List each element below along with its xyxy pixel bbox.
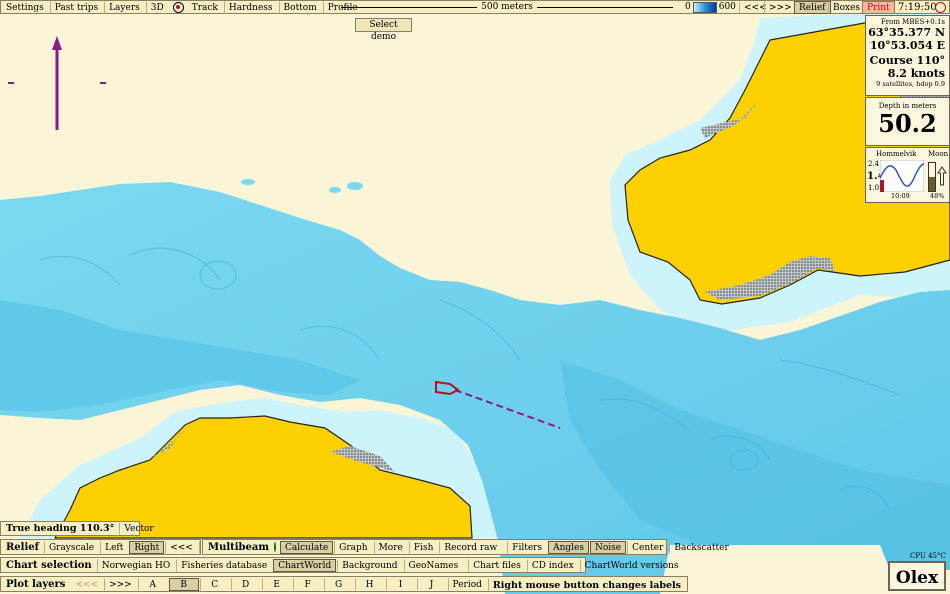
3d-button[interactable]: 3D [145, 0, 169, 14]
layer-d-button[interactable]: D [230, 577, 261, 591]
filters-button[interactable]: Filters [507, 540, 547, 554]
labels-hint: Right mouse button changes labels [487, 577, 686, 591]
satellites: 9 satellites, hdop 0.9 [876, 80, 945, 88]
background-button[interactable]: Background [337, 558, 402, 572]
true-heading: True heading 110.3° [6, 523, 115, 534]
scale-bar: 500 meters [341, 1, 674, 13]
more-button[interactable]: More [373, 540, 408, 554]
layer-j-button[interactable]: J [416, 577, 447, 591]
tide-curve [880, 160, 924, 192]
noise-button[interactable]: Noise [590, 540, 627, 554]
plot-forward-button[interactable]: >>> [104, 577, 137, 591]
layer-f-button[interactable]: F [292, 577, 323, 591]
relief-left-button[interactable]: Left [100, 540, 128, 554]
vector-button[interactable]: Vector [119, 522, 158, 535]
clock: 7:19:50 [898, 1, 937, 13]
course: Course 110° [869, 54, 945, 67]
speed: 8.2 knots [887, 67, 945, 80]
select-demo-button[interactable]: Select demo [355, 18, 412, 42]
relief-label: Relief [6, 541, 39, 553]
layer-e-button[interactable]: E [261, 577, 292, 591]
graph-button[interactable]: Graph [334, 540, 372, 554]
latitude: 63°35.377 N [868, 26, 945, 39]
olex-logo[interactable]: Olex [888, 561, 946, 591]
settings-button[interactable]: Settings [1, 1, 49, 14]
angles-button[interactable]: Angles [548, 540, 589, 554]
depth-scale-min: 0 [685, 2, 691, 12]
layer-a-button[interactable]: A [137, 577, 168, 591]
multibeam-row: Multibeam Calculate Graph More Fish Reco… [202, 539, 729, 555]
moon-percent: 48% [930, 192, 945, 200]
bottom-button[interactable]: Bottom [278, 0, 322, 14]
tide-place: Hommelvik [876, 150, 917, 158]
boxes-button[interactable]: Boxes [828, 0, 865, 14]
position-panel: From MBES+0.1s 63°35.377 N 10°53.054 E C… [865, 15, 950, 96]
calculate-button[interactable]: Calculate [279, 540, 334, 554]
chart-files-button[interactable]: Chart files [468, 558, 526, 572]
multibeam-status-icon [273, 542, 276, 552]
longitude: 10°53.054 E [869, 39, 945, 52]
print-button[interactable]: Print [862, 0, 895, 14]
arrow-up-icon [937, 166, 947, 186]
layer-g-button[interactable]: G [323, 577, 354, 591]
depth-panel: Depth in meters 50.2 [865, 97, 950, 146]
layer-b-button[interactable]: B [168, 577, 199, 591]
cpu-temperature: CPU 45°C [910, 552, 946, 560]
chart-selection-label: Chart selection [6, 559, 92, 571]
fisheries-database-button[interactable]: Fisheries database [176, 558, 272, 572]
relief-row: Relief Grayscale Left Right <<< >>> [0, 539, 226, 555]
cd-index-button[interactable]: CD index [526, 558, 579, 572]
chart-map[interactable] [0, 0, 950, 594]
moon-label: Moon [928, 150, 949, 158]
chartworld-versions-button[interactable]: ChartWorld versions [579, 558, 684, 572]
tide-max: 2.4 [868, 160, 880, 168]
relief-right-button[interactable]: Right [129, 540, 165, 554]
depth-value: 50.2 [878, 109, 937, 138]
tide-min: 1.0 [868, 184, 880, 192]
nav-forward-button[interactable]: >>> [764, 0, 797, 14]
fish-button[interactable]: Fish [408, 540, 439, 554]
plot-layers-row: Plot layers <<< >>> A B C D E F G H I J … [0, 576, 688, 592]
depth-scale-max: 600 [718, 2, 736, 12]
plot-back-button[interactable]: <<< [70, 578, 103, 591]
chart-selection-row: Chart selection Norwegian HO Fisheries d… [0, 557, 679, 573]
period-button[interactable]: Period [447, 577, 487, 591]
sun-icon [935, 2, 946, 13]
relief-back-button[interactable]: <<< [165, 540, 198, 554]
grayscale-button[interactable]: Grayscale [43, 540, 99, 554]
chartworld-button[interactable]: ChartWorld [273, 558, 337, 572]
tide-time: 10:09 [891, 192, 910, 200]
multibeam-label: Multibeam [208, 541, 269, 553]
relief-toggle[interactable]: Relief [794, 0, 831, 14]
tide-panel: Hommelvik Moon 2.4 1.4 1.0 10:09 48% [865, 147, 950, 203]
layer-c-button[interactable]: C [199, 577, 230, 591]
past-trips-button[interactable]: Past trips [49, 0, 103, 14]
layer-h-button[interactable]: H [354, 577, 385, 591]
hardness-button[interactable]: Hardness [223, 0, 278, 14]
top-toolbar: Settings Past trips Layers 3D Track Hard… [0, 0, 950, 14]
heading-bar: True heading 110.3° Vector [0, 521, 154, 536]
record-raw-button[interactable]: Record raw [439, 540, 502, 554]
track-button[interactable]: Track [187, 1, 223, 14]
backscatter-button[interactable]: Backscatter [669, 540, 733, 554]
layers-button[interactable]: Layers [104, 0, 145, 14]
geonames-button[interactable]: GeoNames [403, 558, 464, 572]
target-icon[interactable] [172, 1, 184, 13]
position-source: From MBES+0.1s [880, 18, 945, 26]
center-button[interactable]: Center [627, 540, 668, 554]
moon-phase-icon [928, 162, 936, 192]
depth-color-scale [692, 1, 717, 13]
plot-layers-label: Plot layers [6, 578, 66, 590]
scale-label: 500 meters [481, 2, 533, 12]
layer-i-button[interactable]: I [385, 577, 416, 591]
norwegian-ho-button[interactable]: Norwegian HO [96, 558, 176, 572]
